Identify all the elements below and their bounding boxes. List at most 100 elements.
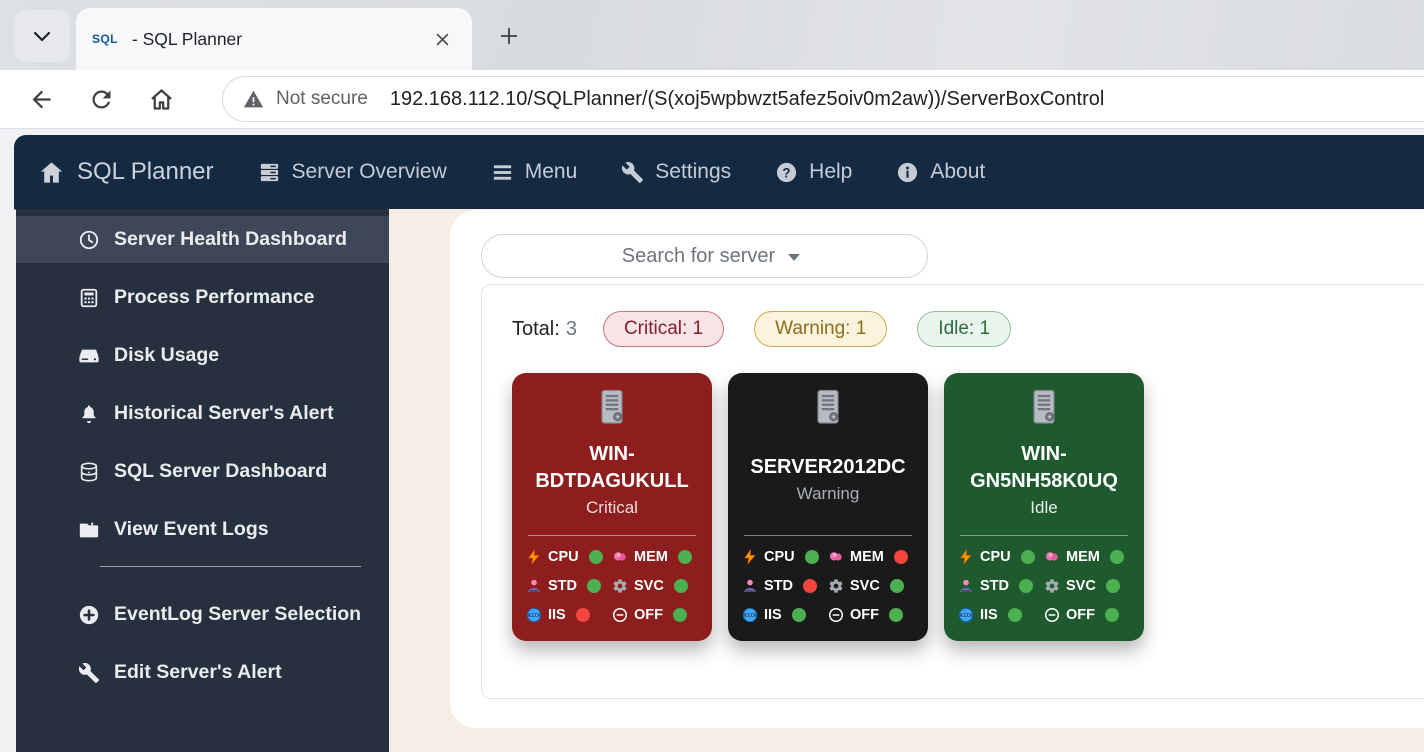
caret-down-icon — [788, 254, 800, 261]
sidebar-item-sql-server-dashboard[interactable]: SQL Server Dashboard — [16, 448, 389, 495]
server-tower-icon — [813, 389, 843, 427]
metric-iis: IIS — [958, 607, 1044, 623]
metric-label: MEM — [850, 549, 884, 565]
status-dot-green — [674, 579, 688, 593]
server-tower-iconwrap — [742, 389, 914, 427]
nav-item-server-overview[interactable]: Server Overview — [258, 160, 447, 184]
plus-icon — [498, 25, 520, 47]
sidebar-item-label: EventLog Server Selection — [114, 603, 361, 626]
servers-panel: Total:3 Critical: 1Warning: 1Idle: 1 WIN… — [481, 284, 1424, 699]
server-card-win-gn5nh58k0uq[interactable]: WIN-GN5NH58K0UQIdleCPUMEMSTDSVCIISOFF — [944, 373, 1144, 641]
security-label: Not secure — [276, 88, 368, 110]
tab-search-dropdown-button[interactable] — [14, 10, 70, 62]
nav-item-about[interactable]: About — [896, 160, 985, 184]
close-icon — [434, 31, 451, 48]
hamburger-icon — [491, 161, 514, 184]
search-for-server-dropdown[interactable]: Search for server — [481, 234, 928, 278]
metric-label: STD — [764, 578, 793, 594]
minus-circle-icon — [828, 607, 844, 623]
status-dot-red — [576, 608, 590, 622]
metric-label: MEM — [634, 549, 668, 565]
navbar-menu: Server Overview Menu Settings ?Help About — [258, 160, 986, 184]
metric-cpu: CPU — [742, 549, 828, 565]
server-rack-icon — [258, 161, 281, 184]
metric-label: CPU — [980, 549, 1011, 565]
sidebar-item-view-event-logs[interactable]: View Event Logs — [16, 506, 389, 553]
browser-tab[interactable]: SQL - SQL Planner — [76, 8, 472, 70]
calculator-icon — [78, 287, 100, 309]
total-label: Total: — [512, 318, 560, 340]
nav-item-label: Settings — [655, 160, 731, 184]
nav-item-settings[interactable]: Settings — [621, 160, 731, 184]
reload-button[interactable] — [86, 84, 116, 114]
status-dot-green — [1021, 550, 1035, 564]
sidebar-item-edit-server-s-alert[interactable]: Edit Server's Alert — [16, 649, 389, 696]
card-titlebox: SERVER2012DCWarning — [742, 427, 914, 531]
status-dot-red — [803, 579, 817, 593]
brain-icon — [1044, 549, 1060, 565]
metrics-grid: CPUMEMSTDSVCIISOFF — [742, 549, 914, 623]
sidebar-item-eventlog-server-selection[interactable]: EventLog Server Selection — [16, 591, 389, 638]
badge-warning: Warning: 1 — [754, 311, 887, 347]
sidebar-item-disk-usage[interactable]: Disk Usage — [16, 332, 389, 379]
metric-label: SVC — [634, 578, 664, 594]
metric-std: STD — [526, 578, 612, 594]
metric-svc: SVC — [1044, 578, 1130, 594]
home-button[interactable] — [146, 84, 176, 114]
total-count: Total: 3 — [512, 318, 577, 341]
metric-off: OFF — [1044, 607, 1130, 623]
sidebar: Server Health Dashboard Process Performan… — [16, 209, 389, 752]
status-dot-green — [1019, 579, 1033, 593]
sidebar-item-server-health-dashboard[interactable]: Server Health Dashboard — [16, 216, 389, 263]
status-dot-green — [792, 608, 806, 622]
globe-icon — [526, 607, 542, 623]
address-bar[interactable]: Not secure 192.168.112.10/SQLPlanner/(S(… — [222, 76, 1424, 122]
badge-idle: Idle: 1 — [917, 311, 1011, 347]
metric-mem: MEM — [612, 549, 698, 565]
sidebar-divider — [100, 566, 361, 567]
sidebar-item-label: Edit Server's Alert — [114, 661, 282, 684]
server-card-win-bdtdagukull[interactable]: WIN-BDTDAGUKULLCriticalCPUMEMSTDSVCIISOF… — [512, 373, 712, 641]
home-icon — [38, 159, 65, 186]
gear-icon — [612, 578, 628, 594]
card-divider — [960, 535, 1128, 536]
new-tab-button[interactable] — [492, 19, 526, 53]
home-icon — [38, 159, 65, 186]
nav-item-label: Menu — [525, 160, 578, 184]
nav-item-help[interactable]: ?Help — [775, 160, 852, 184]
total-value: 3 — [566, 318, 577, 340]
back-button[interactable] — [26, 84, 56, 114]
server-name: WIN-BDTDAGUKULL — [526, 441, 698, 495]
metric-label: IIS — [980, 607, 998, 623]
status-badges: Critical: 1Warning: 1Idle: 1 — [603, 311, 1041, 347]
metric-label: OFF — [634, 607, 663, 623]
brand-sql-planner[interactable]: SQL Planner — [38, 158, 214, 186]
status-dot-green — [678, 550, 692, 564]
person-icon — [742, 578, 758, 594]
gear-icon — [828, 578, 844, 594]
metric-svc: SVC — [612, 578, 698, 594]
url-text: 192.168.112.10/SQLPlanner/(S(xoj5wpbwzt5… — [390, 88, 1104, 111]
metric-label: MEM — [1066, 549, 1100, 565]
server-tower-icon — [1029, 389, 1059, 427]
server-tower-iconwrap — [526, 389, 698, 427]
metric-label: CPU — [764, 549, 795, 565]
nav-item-label: Server Overview — [292, 160, 447, 184]
person-icon — [958, 578, 974, 594]
sidebar-item-process-performance[interactable]: Process Performance — [16, 274, 389, 321]
browser-tab-strip: SQL - SQL Planner — [0, 0, 1424, 70]
tab-close-button[interactable] — [428, 25, 456, 53]
top-navbar: SQL Planner Server Overview Menu Settings?… — [14, 135, 1424, 209]
metric-iis: IIS — [526, 607, 612, 623]
status-dot-green — [1008, 608, 1022, 622]
metric-svc: SVC — [828, 578, 914, 594]
status-dot-green — [1105, 608, 1119, 622]
server-status: Critical — [586, 498, 638, 518]
metric-label: OFF — [1066, 607, 1095, 623]
nav-item-menu[interactable]: Menu — [491, 160, 578, 184]
question-circle-icon: ? — [775, 161, 798, 184]
sidebar-item-historical-server-s-alert[interactable]: Historical Server's Alert — [16, 390, 389, 437]
status-dot-red — [894, 550, 908, 564]
server-card-server2012dc[interactable]: SERVER2012DCWarningCPUMEMSTDSVCIISOFF — [728, 373, 928, 641]
server-tower-iconwrap — [958, 389, 1130, 427]
